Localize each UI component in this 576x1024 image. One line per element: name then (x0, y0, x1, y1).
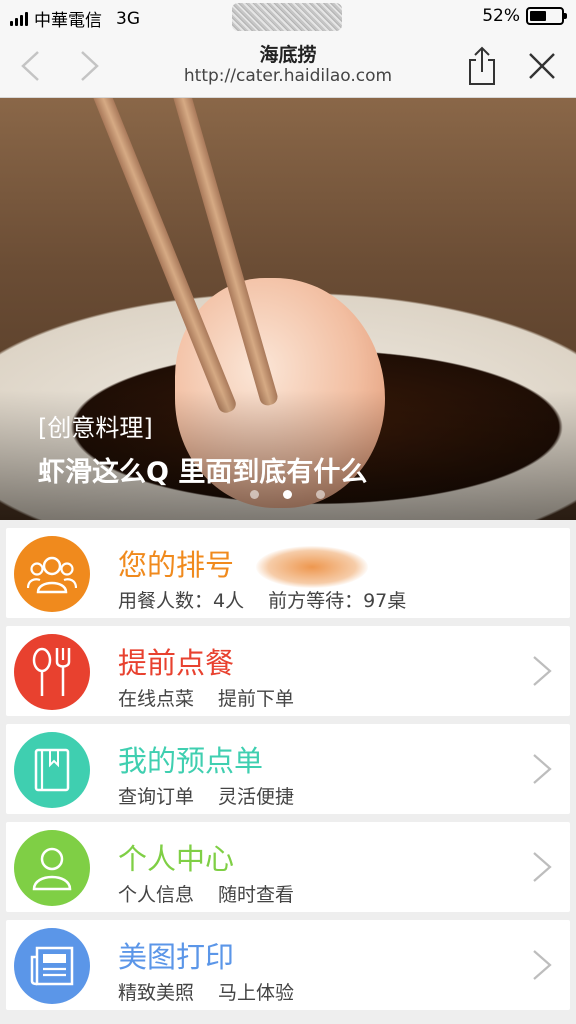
card-title: 我的预点单 (118, 744, 264, 778)
user-icon (32, 847, 72, 891)
queue-number-card[interactable]: 您的排号 用餐人数：4人 前方等待：97桌 (6, 528, 570, 618)
menu-list: 您的排号 用餐人数：4人 前方等待：97桌 提前点餐 在线点菜 提前下单 我的预… (0, 520, 576, 1024)
carousel-dot[interactable] (250, 490, 259, 499)
card-title: 提前点餐 (118, 646, 235, 680)
pre-order-icon-circle (14, 634, 90, 710)
queue-icon-circle (14, 536, 90, 612)
battery-percent: 52% (482, 6, 520, 26)
card-subtitle: 在线点菜 提前下单 (118, 688, 295, 710)
close-icon (529, 53, 555, 79)
card-subtitle: 用餐人数：4人 前方等待：97桌 (118, 586, 406, 613)
card-subtitle: 精致美照 马上体验 (118, 982, 295, 1004)
carrier-name: 中華電信 (34, 11, 102, 31)
photo-print-card[interactable]: 美图打印 精致美照 马上体验 (6, 920, 570, 1010)
my-pre-orders-card[interactable]: 我的预点单 查询订单 灵活便捷 (6, 724, 570, 814)
pre-order-card[interactable]: 提前点餐 在线点菜 提前下单 (6, 626, 570, 716)
carousel-dot[interactable] (283, 490, 292, 499)
personal-center-card[interactable]: 个人中心 个人信息 随时查看 (6, 822, 570, 912)
spoon-fork-icon (32, 647, 71, 696)
photo-print-icon-circle (14, 928, 90, 1004)
card-title: 个人中心 (118, 842, 235, 876)
chopstick (86, 98, 239, 416)
banner-headline: 虾滑这么Q 里面到底有什么 (38, 457, 368, 488)
carousel-dots[interactable] (250, 490, 325, 499)
personal-center-icon-circle (14, 830, 90, 906)
redacted-area (256, 546, 368, 588)
carousel-dot[interactable] (316, 490, 325, 499)
chevron-right-icon (533, 950, 552, 980)
diners-count: 用餐人数：4人 (118, 590, 245, 612)
book-icon (34, 748, 70, 792)
close-button[interactable] (522, 46, 562, 86)
pre-orders-icon-circle (14, 732, 90, 808)
signal-icon (10, 11, 28, 26)
battery-status: 52% (482, 6, 567, 26)
tables-ahead: 前方等待：97桌 (268, 590, 407, 612)
share-button[interactable] (462, 46, 502, 86)
card-subtitle: 查询订单 灵活便捷 (118, 786, 295, 808)
card-subtitle: 个人信息 随时查看 (118, 884, 295, 906)
chevron-right-icon (533, 852, 552, 882)
banner-tag: [创意料理] (38, 414, 153, 442)
chevron-right-icon (533, 656, 552, 686)
card-title: 美图打印 (118, 940, 235, 974)
newspaper-icon (30, 946, 74, 986)
network-type: 3G (116, 8, 140, 29)
chevron-right-icon (533, 754, 552, 784)
carrier-info: 中華電信 3G (10, 6, 140, 31)
card-title: 您的排号 (118, 548, 235, 582)
status-bar: 中華電信 3G 52% (0, 0, 576, 34)
people-icon (27, 556, 77, 594)
redacted-area (232, 3, 342, 31)
browser-nav-bar: 海底捞 http://cater.haidilao.com (0, 34, 576, 98)
share-icon (469, 46, 495, 85)
promo-banner[interactable]: [创意料理] 虾滑这么Q 里面到底有什么 (0, 98, 576, 520)
battery-icon (526, 7, 567, 25)
